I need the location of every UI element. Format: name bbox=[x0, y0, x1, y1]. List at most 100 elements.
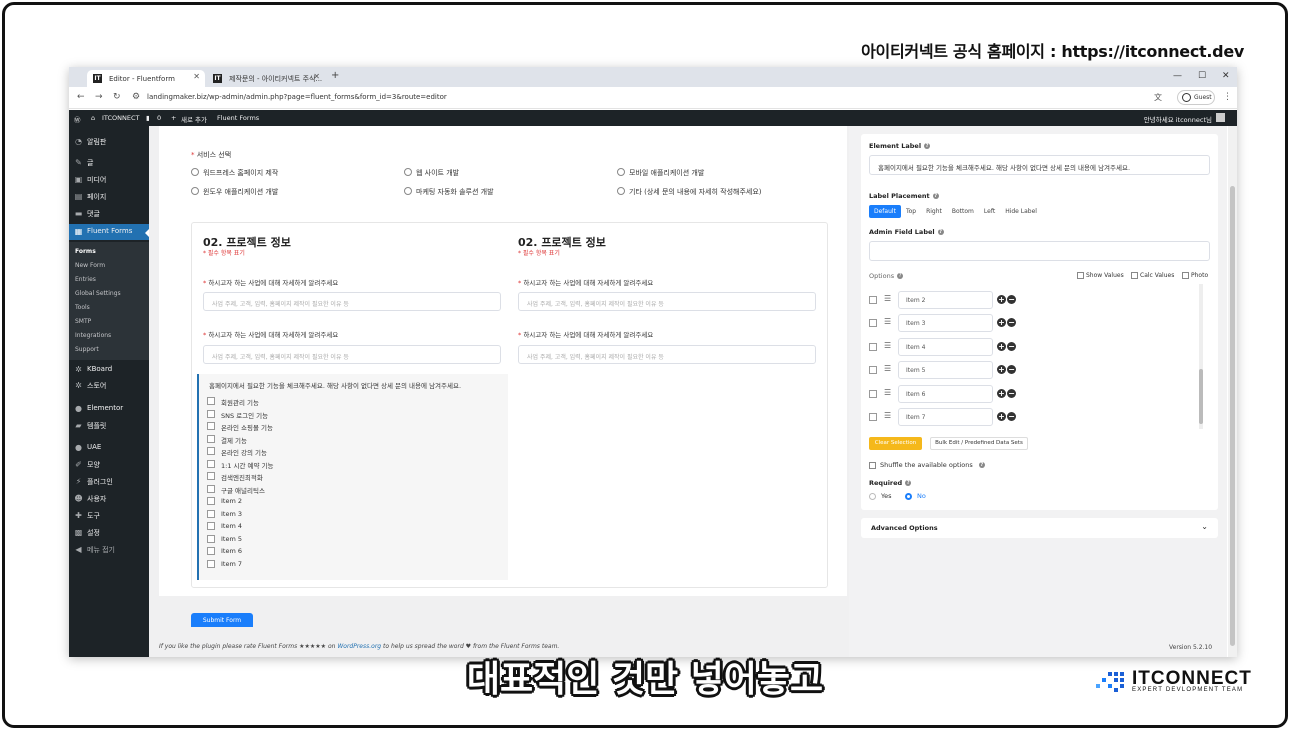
close-window-icon[interactable]: ✕ bbox=[1222, 71, 1230, 81]
remove-option-icon[interactable]: − bbox=[1007, 342, 1016, 351]
drag-handle-icon[interactable]: ☰ bbox=[884, 317, 891, 326]
minimize-icon[interactable]: — bbox=[1173, 71, 1182, 81]
radio-option[interactable]: 워드프레스 홈페이지 제작 bbox=[191, 168, 278, 178]
greeting-link[interactable]: 안녕하세요 itconnect님 bbox=[1144, 114, 1212, 124]
add-option-icon[interactable]: + bbox=[997, 412, 1006, 421]
checkbox[interactable] bbox=[207, 547, 215, 555]
sidebar-item-plugins[interactable]: ⚡ 플러그인 bbox=[69, 474, 149, 490]
sidebar-item-posts[interactable]: ✎ 글 bbox=[69, 155, 149, 171]
submenu-support[interactable]: Support bbox=[75, 346, 99, 353]
sidebar-item-comments[interactable]: ▬ 댓글 bbox=[69, 206, 149, 222]
sidebar-item-elementor[interactable]: ● Elementor bbox=[69, 401, 149, 417]
add-option-icon[interactable]: + bbox=[997, 389, 1006, 398]
add-option-icon[interactable]: + bbox=[997, 295, 1006, 304]
checkbox[interactable] bbox=[207, 484, 215, 493]
checkbox[interactable] bbox=[207, 522, 215, 530]
checkbox[interactable] bbox=[1182, 272, 1189, 279]
help-icon[interactable]: ? bbox=[978, 462, 985, 468]
business-field[interactable]: 사업 주제, 고객, 입력, 홈페이지 제작이 필요한 이유 등 bbox=[203, 345, 501, 364]
placement-hide[interactable]: Hide Label bbox=[1000, 205, 1042, 218]
maximize-icon[interactable]: ☐ bbox=[1198, 71, 1206, 81]
sidebar-item-fluent-forms[interactable]: ▦ Fluent Forms bbox=[69, 224, 149, 240]
back-icon[interactable]: ← bbox=[77, 92, 85, 102]
sidebar-item-templates[interactable]: ▰ 템플릿 bbox=[69, 418, 149, 434]
translate-icon[interactable]: 文 bbox=[1154, 92, 1162, 103]
radio-circle[interactable] bbox=[869, 492, 876, 500]
placement-left[interactable]: Left bbox=[979, 205, 1000, 218]
radio-option[interactable]: 모바일 애플리케이션 개발 bbox=[617, 168, 704, 178]
drag-handle-icon[interactable]: ☰ bbox=[884, 411, 891, 420]
required-yes[interactable]: Yes bbox=[869, 492, 892, 500]
checkbox[interactable] bbox=[207, 534, 215, 543]
remove-option-icon[interactable]: − bbox=[1007, 365, 1016, 374]
drag-handle-icon[interactable]: ☰ bbox=[884, 364, 891, 373]
option-value-input[interactable]: Item 4 bbox=[898, 338, 993, 356]
checkbox[interactable] bbox=[207, 422, 215, 430]
sidebar-item-kboard[interactable]: ✲ KBoard bbox=[69, 362, 149, 378]
submenu-new-form[interactable]: New Form bbox=[75, 262, 105, 269]
scroll-thumb[interactable] bbox=[1230, 186, 1235, 646]
site-name-link[interactable]: ITCONNECT bbox=[102, 114, 140, 122]
checkbox[interactable] bbox=[207, 447, 215, 455]
checkbox[interactable] bbox=[869, 343, 877, 351]
remove-option-icon[interactable]: − bbox=[1007, 295, 1016, 304]
comment-count[interactable]: 0 bbox=[157, 114, 161, 122]
checkbox[interactable] bbox=[207, 497, 215, 505]
options-scrollbar[interactable] bbox=[1199, 284, 1203, 429]
radio-circle[interactable] bbox=[617, 187, 625, 195]
submenu-tools[interactable]: Tools bbox=[75, 304, 90, 311]
submenu-forms[interactable]: Forms bbox=[75, 248, 96, 255]
business-field[interactable]: 사업 주제, 고객, 입력, 홈페이지 제작이 필요한 이유 등 bbox=[518, 292, 816, 311]
calc-values-toggle[interactable]: Calc Values bbox=[1131, 272, 1174, 279]
forward-icon[interactable]: → bbox=[95, 92, 103, 102]
business-field[interactable]: 사업 주제, 고객, 입력, 홈페이지 제작이 필요한 이유 등 bbox=[203, 292, 501, 311]
advanced-options-toggle[interactable]: Advanced Options ⌄ bbox=[861, 518, 1218, 538]
sidebar-item-collapse[interactable]: ◀ 메뉴 접기 bbox=[69, 542, 149, 558]
radio-circle[interactable] bbox=[191, 168, 199, 176]
radio-circle[interactable] bbox=[191, 187, 199, 195]
photo-toggle[interactable]: Photo bbox=[1182, 272, 1208, 279]
remove-option-icon[interactable]: − bbox=[1007, 412, 1016, 421]
checkbox[interactable] bbox=[869, 461, 876, 469]
checkbox[interactable] bbox=[869, 413, 877, 421]
help-icon[interactable]: ? bbox=[932, 193, 939, 199]
new-content-link[interactable]: 새로 추가 bbox=[181, 114, 207, 124]
help-icon[interactable]: ? bbox=[897, 273, 904, 279]
add-option-icon[interactable]: + bbox=[997, 318, 1006, 327]
submenu-entries[interactable]: Entries bbox=[75, 276, 96, 283]
sidebar-item-uae[interactable]: ● UAE bbox=[69, 440, 149, 456]
drag-handle-icon[interactable]: ☰ bbox=[884, 341, 891, 350]
element-label-input[interactable]: 홈페이지에서 필요한 기능을 체크해주세요. 해당 사항이 없다면 상세 문의 … bbox=[869, 155, 1210, 175]
submenu-smtp[interactable]: SMTP bbox=[75, 318, 91, 325]
help-icon[interactable]: ? bbox=[905, 480, 912, 486]
wordpress-link[interactable]: WordPress.org bbox=[337, 643, 381, 650]
radio-circle[interactable] bbox=[404, 168, 412, 176]
admin-label-input[interactable] bbox=[869, 241, 1210, 261]
sidebar-item-users[interactable]: ☻ 사용자 bbox=[69, 491, 149, 507]
checkbox[interactable] bbox=[207, 409, 215, 418]
checkbox[interactable] bbox=[869, 319, 877, 327]
checkbox-field-selected[interactable]: 홈페이지에서 필요한 기능을 체크해주세요. 해당 사항이 없다면 상세 문의 … bbox=[197, 374, 508, 580]
sidebar-item-settings[interactable]: ▩ 설정 bbox=[69, 525, 149, 541]
radio-option[interactable]: 마케팅 자동화 솔루션 개발 bbox=[404, 187, 494, 197]
help-icon[interactable]: ? bbox=[924, 143, 931, 149]
bulk-edit-button[interactable]: Bulk Edit / Predefined Data Sets bbox=[930, 437, 1028, 450]
submit-button[interactable]: Submit Form bbox=[191, 613, 253, 627]
business-field[interactable]: 사업 주제, 고객, 입력, 홈페이지 제작이 필요한 이유 등 bbox=[518, 345, 816, 364]
radio-circle[interactable] bbox=[404, 187, 412, 195]
help-icon[interactable]: ? bbox=[937, 229, 944, 235]
sidebar-item-appearance[interactable]: ✐ 모양 bbox=[69, 457, 149, 473]
guest-profile-button[interactable]: Guest bbox=[1177, 90, 1215, 105]
clear-selection-button[interactable]: Clear Selection bbox=[869, 437, 922, 450]
sidebar-item-pages[interactable]: ▤ 페이지 bbox=[69, 189, 149, 205]
reload-icon[interactable]: ↻ bbox=[113, 92, 121, 102]
scroll-thumb[interactable] bbox=[1199, 369, 1203, 424]
checkbox[interactable] bbox=[207, 559, 215, 568]
option-value-input[interactable]: Item 2 bbox=[898, 291, 993, 309]
radio-option[interactable]: 기타 (상세 문의 내용에 자세히 작성해주세요) bbox=[617, 187, 762, 197]
option-value-input[interactable]: Item 3 bbox=[898, 314, 993, 332]
checkbox[interactable] bbox=[207, 509, 215, 518]
sidebar-item-dashboard[interactable]: ◔ 알림판 bbox=[69, 134, 149, 150]
required-no[interactable]: No bbox=[905, 492, 926, 500]
placement-right[interactable]: Right bbox=[921, 205, 947, 218]
